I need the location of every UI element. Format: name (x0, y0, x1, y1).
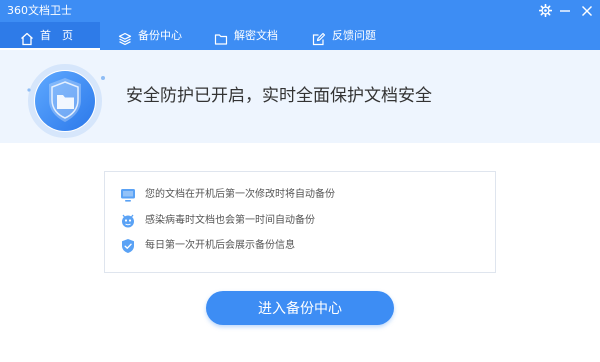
backup-info-panel: 您的文档在开机后第一次修改时将自动备份 感染病毒时文档也会第一时间自动备份 每日… (104, 171, 496, 273)
protection-status-text: 安全防护已开启，实时全面保护文档安全 (126, 86, 432, 106)
list-item: 您的文档在开机后第一次修改时将自动备份 (105, 185, 495, 205)
tab-backup-center[interactable]: 备份中心 (112, 22, 200, 50)
monitor-icon (120, 187, 136, 203)
shield-folder-icon (22, 56, 108, 142)
tab-decrypt-docs[interactable]: 解密文档 (212, 22, 300, 50)
gear-icon[interactable] (536, 2, 554, 20)
tab-home[interactable]: 首 页 (0, 22, 100, 50)
info-text: 每日第一次开机后会展示备份信息 (145, 240, 295, 251)
list-item: 每日第一次开机后会展示备份信息 (105, 236, 495, 256)
app-title: 360文档卫士 (7, 4, 72, 17)
main-nav: 首 页 备份中心 解密文档 反馈问题 (0, 22, 600, 50)
title-bar: 360文档卫士 (0, 0, 600, 22)
layers-icon (118, 29, 132, 46)
list-item: 感染病毒时文档也会第一时间自动备份 (105, 211, 495, 231)
app-window: 360文档卫士 首 页 备份中心 解密文档 反馈问题 安全防护已开启，实时全面保… (0, 0, 600, 362)
tab-backup-label: 备份中心 (138, 29, 182, 42)
protection-banner: 安全防护已开启，实时全面保护文档安全 (0, 50, 600, 143)
enter-backup-center-button[interactable]: 进入备份中心 (206, 291, 394, 325)
tab-feedback[interactable]: 反馈问题 (310, 22, 398, 50)
info-text: 您的文档在开机后第一次修改时将自动备份 (145, 189, 335, 200)
home-icon (20, 29, 34, 46)
tab-home-label: 首 页 (40, 29, 73, 42)
virus-icon (120, 213, 136, 229)
close-icon[interactable] (578, 2, 596, 20)
edit-icon (312, 29, 326, 46)
info-text: 感染病毒时文档也会第一时间自动备份 (145, 215, 315, 226)
tab-feedback-label: 反馈问题 (332, 29, 376, 42)
tab-decrypt-label: 解密文档 (234, 29, 278, 42)
minimize-icon[interactable] (556, 2, 574, 20)
shield-check-icon (120, 238, 136, 254)
folder-icon (214, 29, 228, 45)
